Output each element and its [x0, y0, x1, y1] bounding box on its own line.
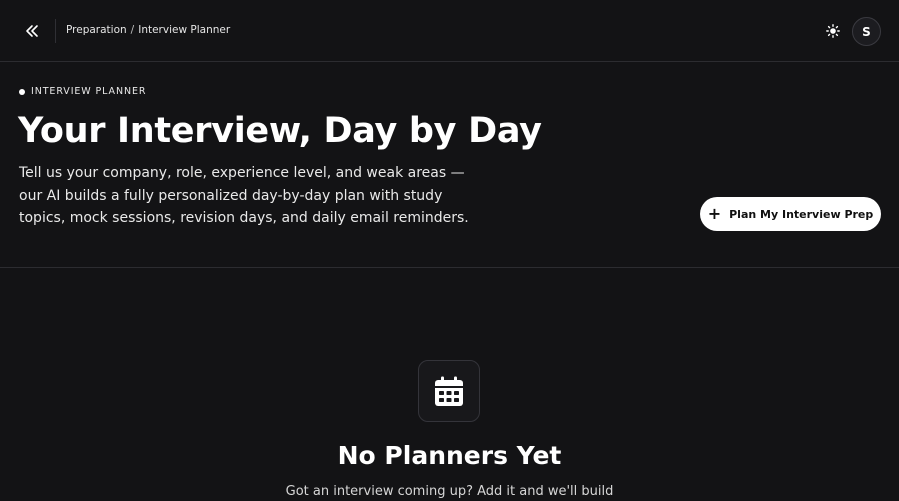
hero-section: INTERVIEW PLANNER Your Interview, Day by… — [0, 62, 899, 268]
plan-interview-prep-button[interactable]: + Plan My Interview Prep — [700, 197, 881, 231]
empty-state-description: Got an interview coming up? Add it and w… — [285, 484, 614, 499]
plan-interview-prep-label: Plan My Interview Prep — [729, 207, 874, 221]
collapse-sidebar-button[interactable] — [20, 19, 44, 43]
breadcrumb-current: Interview Planner — [138, 24, 231, 36]
eyebrow-text: INTERVIEW PLANNER — [31, 86, 147, 97]
calendar-icon — [435, 376, 463, 406]
page-title: Your Interview, Day by Day — [18, 111, 542, 151]
theme-toggle-button[interactable] — [823, 21, 843, 41]
topbar-divider — [55, 19, 56, 43]
breadcrumb-separator: / — [130, 24, 135, 36]
double-chevron-left-icon — [26, 25, 38, 37]
eyebrow-label: INTERVIEW PLANNER — [19, 86, 146, 97]
top-bar: Preparation / Interview Planner S — [0, 0, 899, 62]
user-avatar[interactable]: S — [852, 17, 881, 46]
page-description: Tell us your company, role, experience l… — [19, 165, 469, 226]
breadcrumb-parent[interactable]: Preparation — [66, 24, 127, 36]
sun-icon — [826, 24, 840, 38]
eyebrow-dot-icon — [19, 88, 25, 95]
empty-state-icon-box — [418, 360, 480, 422]
plus-icon: + — [707, 204, 722, 223]
empty-state-title: No Planners Yet — [337, 441, 562, 470]
breadcrumb: Preparation / Interview Planner — [66, 23, 230, 37]
